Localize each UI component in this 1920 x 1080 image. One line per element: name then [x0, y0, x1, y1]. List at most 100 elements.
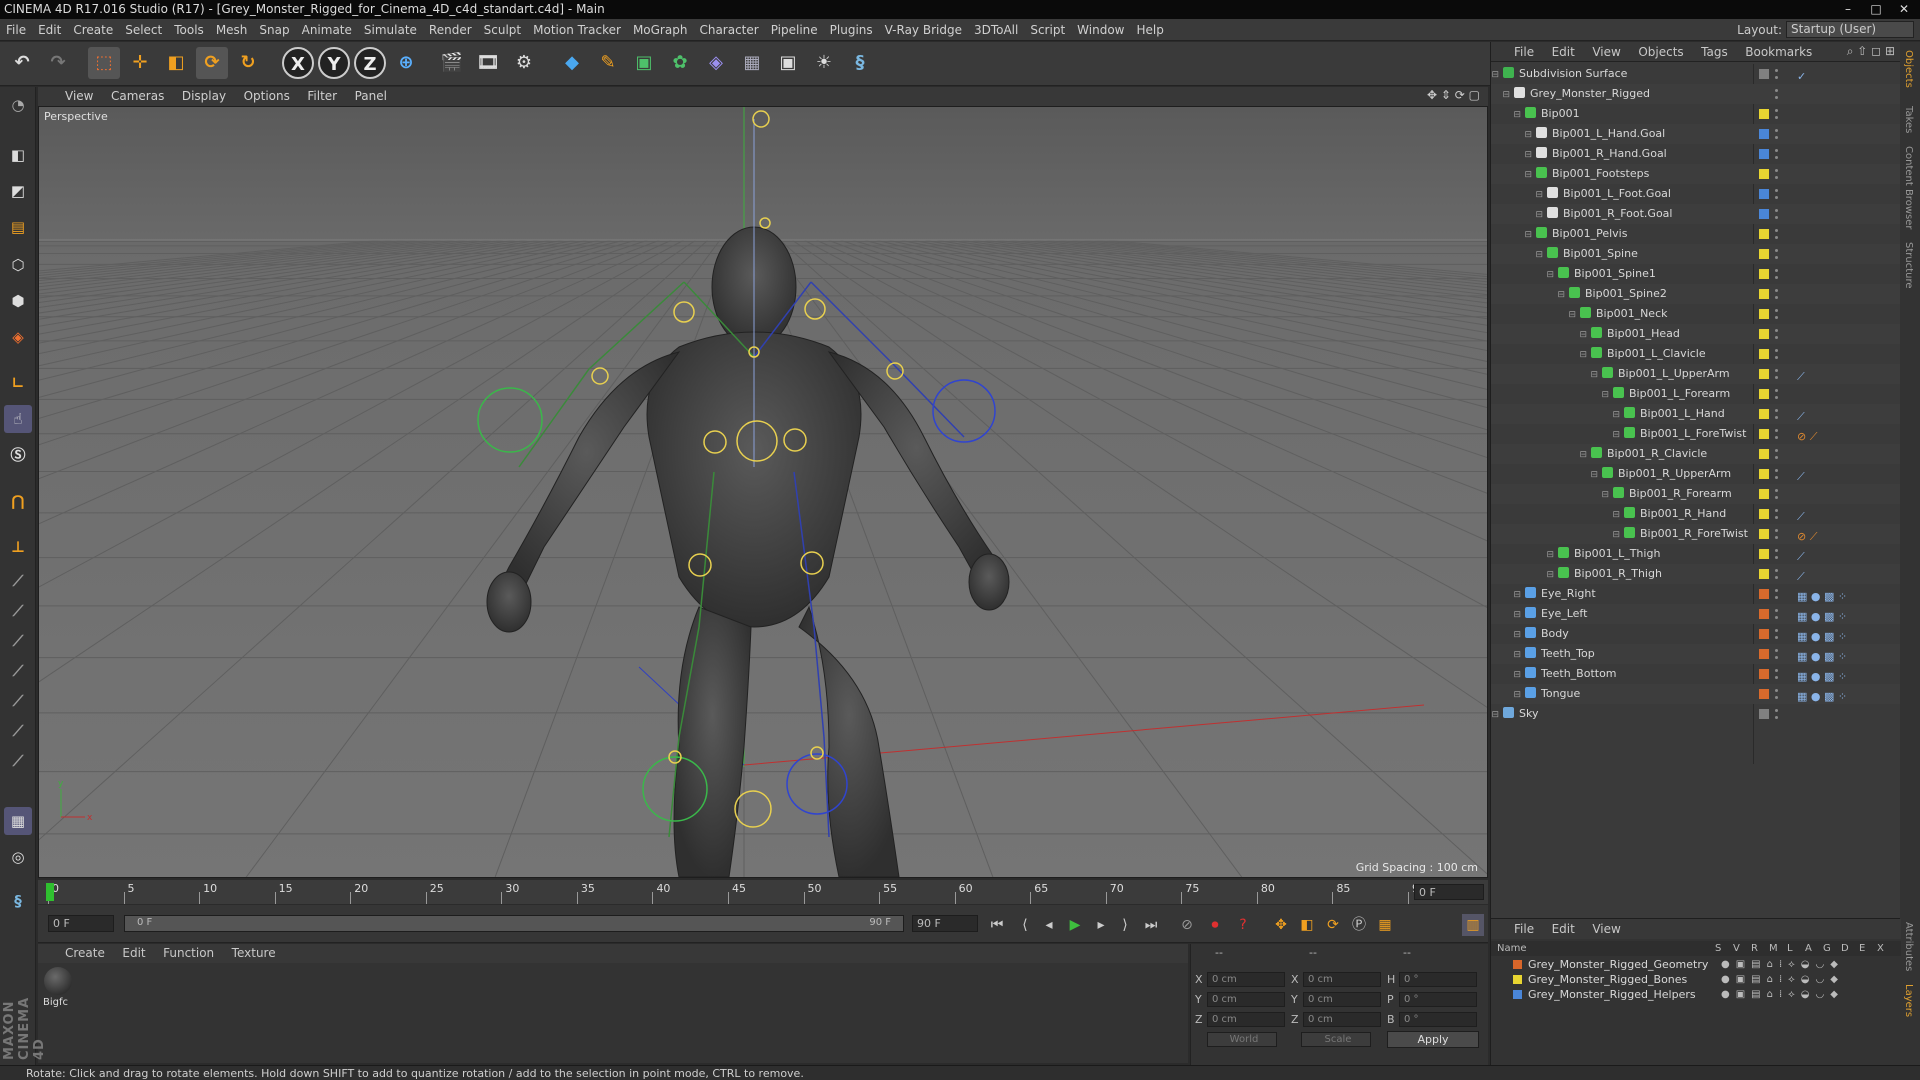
visibility-dots[interactable] — [1775, 427, 1778, 441]
make-editable-icon[interactable]: ◔ — [4, 91, 32, 119]
object-name[interactable]: Sky — [1519, 707, 1538, 720]
visibility-dots[interactable] — [1775, 227, 1778, 241]
weight-tool-icon[interactable]: ⟋ — [4, 657, 32, 685]
record-keys-icon[interactable]: ⊘ — [1176, 914, 1198, 936]
expand-toggle-icon[interactable]: ⊟ — [1491, 545, 1554, 565]
subdivision-icon[interactable]: ▣ — [628, 47, 660, 79]
coord-value-field[interactable]: 0 cm — [1207, 992, 1285, 1007]
object-name[interactable]: Bip001_Spine1 — [1574, 267, 1656, 280]
menu-window[interactable]: Window — [1071, 19, 1130, 41]
expand-toggle-icon[interactable]: ⊟ — [1491, 405, 1620, 425]
visibility-dots[interactable] — [1775, 707, 1778, 721]
visibility-dots[interactable] — [1775, 667, 1778, 681]
go-to-end-icon[interactable]: ⏭ — [1140, 914, 1162, 936]
layer-color-swatch[interactable] — [1513, 960, 1522, 969]
viewport-menu-view[interactable]: View — [58, 87, 100, 106]
object-row[interactable]: ⊟ Bip001_Neck — [1491, 304, 1901, 324]
object-name[interactable]: Bip001_Spine — [1563, 247, 1638, 260]
object-row[interactable]: ⊟ Bip001_R_Forearm — [1491, 484, 1901, 504]
expand-toggle-icon[interactable]: ⊟ — [1491, 685, 1521, 705]
layer-toggle-icons[interactable]: ●▣▤⌂⁞⟡◒◡◆ — [1721, 957, 1844, 972]
visibility-dots[interactable] — [1775, 187, 1778, 201]
menu-3dtoall[interactable]: 3DToAll — [968, 19, 1024, 41]
menu-tools[interactable]: Tools — [168, 19, 210, 41]
expand-toggle-icon[interactable]: ⊟ — [1491, 65, 1499, 85]
viewport-camera-label[interactable]: Perspective — [44, 110, 108, 123]
layer-color-swatch[interactable] — [1759, 609, 1769, 619]
menu-plugins[interactable]: Plugins — [824, 19, 879, 41]
object-name[interactable]: Teeth_Top — [1541, 647, 1595, 660]
key-scale-icon[interactable]: ◧ — [1296, 914, 1318, 936]
live-selection-icon[interactable]: ⬚ — [88, 47, 120, 79]
layer-color-swatch[interactable] — [1759, 629, 1769, 639]
key-parameter-icon[interactable]: Ⓟ — [1348, 914, 1370, 936]
object-row[interactable]: ⊟ Bip001_R_Foot.Goal — [1491, 204, 1901, 224]
timeline-ruler[interactable]: 051015202530354045505560657075808590 0 F — [38, 880, 1488, 904]
undo-icon[interactable]: ↶ — [6, 47, 38, 79]
layer-color-swatch[interactable] — [1513, 975, 1522, 984]
layer-color-swatch[interactable] — [1759, 369, 1769, 379]
object-name[interactable]: Bip001_L_Hand.Goal — [1552, 127, 1665, 140]
layer-column-header[interactable]: A — [1805, 941, 1812, 956]
layer-color-swatch[interactable] — [1759, 209, 1769, 219]
menu-file[interactable]: File — [0, 19, 32, 41]
points-mode-icon[interactable]: ⬡ — [4, 251, 32, 279]
layers-menu-view[interactable]: View — [1585, 919, 1627, 939]
rotate-icon[interactable]: ⟳ — [196, 47, 228, 79]
expand-toggle-icon[interactable]: ⊟ — [1491, 665, 1521, 685]
magnet-icon[interactable]: ⋂ — [4, 487, 32, 515]
paint-tool-icon[interactable]: ⟋ — [4, 717, 32, 745]
visibility-dots[interactable] — [1775, 367, 1778, 381]
visibility-dots[interactable] — [1775, 607, 1778, 621]
visibility-dots[interactable] — [1775, 647, 1778, 661]
key-rotation-icon[interactable]: ⟳ — [1322, 914, 1344, 936]
cloner-icon[interactable]: ✿ — [664, 47, 696, 79]
layout-dropdown[interactable]: Startup (User) — [1786, 21, 1914, 38]
key-pla-icon[interactable]: ▦ — [1374, 914, 1396, 936]
layer-column-header[interactable]: M — [1769, 941, 1778, 956]
coord-value-field[interactable]: 0 ° — [1399, 1012, 1477, 1027]
object-name[interactable]: Bip001_R_Forearm — [1629, 487, 1732, 500]
layer-color-swatch[interactable] — [1513, 990, 1522, 999]
layer-color-swatch[interactable] — [1759, 169, 1769, 179]
expand-toggle-icon[interactable]: ⊟ — [1491, 225, 1532, 245]
layer-color-swatch[interactable] — [1759, 569, 1769, 579]
object-name[interactable]: Bip001_R_UpperArm — [1618, 467, 1731, 480]
world-coordinates-icon[interactable]: ⊕ — [390, 47, 422, 79]
side-tab-objects[interactable]: Objects — [1903, 50, 1914, 88]
object-row[interactable]: ⊟ Bip001_L_Foot.Goal — [1491, 184, 1901, 204]
workplane-icon[interactable]: ▤ — [4, 213, 32, 241]
go-to-start-icon[interactable]: ⏮ — [986, 914, 1008, 936]
object-row[interactable]: ⊟ Eye_Right ▦ ● ▩ ⁘ — [1491, 584, 1901, 604]
object-row[interactable]: ⊟ Subdivision Surface ✓ — [1491, 64, 1901, 84]
object-row[interactable]: ⊟ Bip001_Spine — [1491, 244, 1901, 264]
layer-row[interactable]: Grey_Monster_Rigged_Bones ●▣▤⌂⁞⟡◒◡◆ — [1491, 972, 1901, 987]
z-axis-icon[interactable]: Z — [354, 47, 386, 79]
viewport-menu-cameras[interactable]: Cameras — [104, 87, 171, 106]
menu-animate[interactable]: Animate — [296, 19, 358, 41]
expand-toggle-icon[interactable]: ⊟ — [1491, 205, 1543, 225]
layer-column-header[interactable]: D — [1841, 941, 1849, 956]
render-picture-viewer-icon[interactable]: 🎞 — [472, 47, 504, 79]
object-row[interactable]: ⊟ Bip001_R_Hand ⟋ — [1491, 504, 1901, 524]
coordinate-mode-select[interactable]: World — [1207, 1032, 1277, 1047]
material-menu-texture[interactable]: Texture — [225, 944, 283, 963]
autokey-icon[interactable]: ⏺ — [1204, 914, 1226, 936]
expand-toggle-icon[interactable]: ⊟ — [1491, 185, 1543, 205]
next-key-icon[interactable]: ⟩ — [1114, 914, 1136, 936]
object-row[interactable]: ⊟ Bip001_R_Clavicle — [1491, 444, 1901, 464]
visibility-dots[interactable] — [1775, 87, 1778, 101]
object-row[interactable]: ⊟ Bip001_R_Thigh ⟋ — [1491, 564, 1901, 584]
layer-color-swatch[interactable] — [1759, 589, 1769, 599]
visibility-dots[interactable] — [1775, 327, 1778, 341]
coord-value-field[interactable]: 0 cm — [1207, 1012, 1285, 1027]
previous-frame-icon[interactable]: ◂ — [1038, 914, 1060, 936]
layers-menu-file[interactable]: File — [1507, 919, 1541, 939]
move-icon[interactable]: ✛ — [124, 47, 156, 79]
menu-script[interactable]: Script — [1024, 19, 1071, 41]
layer-column-header[interactable]: S — [1715, 941, 1721, 956]
coord-value-field[interactable]: 0 cm — [1303, 992, 1381, 1007]
layer-name[interactable]: Grey_Monster_Rigged_Geometry — [1528, 958, 1708, 971]
keyframe-selection-icon[interactable]: ? — [1232, 914, 1254, 936]
layer-toggle-icons[interactable]: ●▣▤⌂⁞⟡◒◡◆ — [1721, 972, 1844, 987]
